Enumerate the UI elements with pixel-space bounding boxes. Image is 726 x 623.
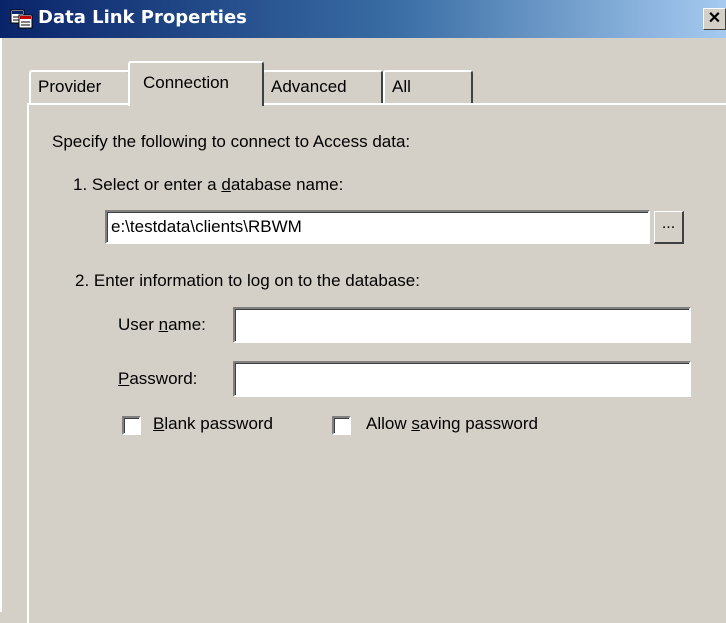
tab-provider-label: Provider [38, 77, 102, 96]
window-border [0, 38, 3, 612]
tab-panel [27, 103, 726, 623]
tab-connection-label: Connection [143, 73, 230, 92]
tab-advanced-label: Advanced [271, 77, 347, 96]
tab-advanced[interactable]: Advanced [262, 70, 383, 104]
close-icon: ✕ [707, 10, 722, 27]
window-title: Data Link Properties [38, 7, 247, 28]
tab-all-label: All [392, 77, 411, 96]
close-button[interactable]: ✕ [703, 8, 726, 30]
tab-provider[interactable]: Provider [29, 70, 130, 104]
title-bar: Data Link Properties ✕ [0, 0, 726, 38]
tab-all[interactable]: All [383, 70, 473, 104]
data-link-icon [10, 9, 33, 29]
tab-connection[interactable]: Connection [128, 61, 264, 106]
